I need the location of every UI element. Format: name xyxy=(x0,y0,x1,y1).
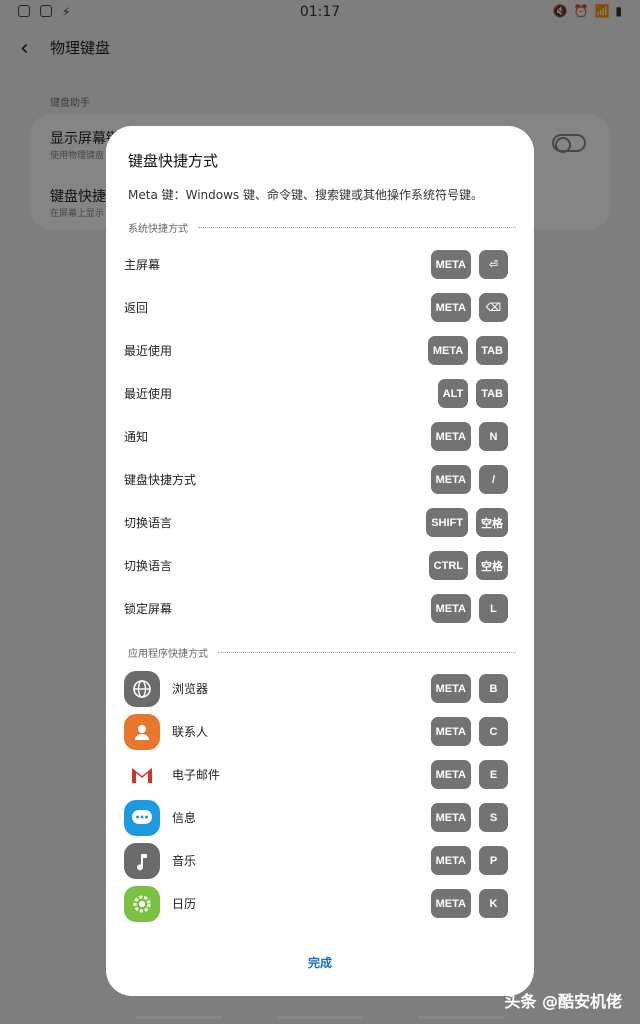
key-cap: ALT xyxy=(437,379,469,408)
nav-home[interactable] xyxy=(277,1016,363,1019)
shortcut-row: 最近使用 META TAB xyxy=(106,329,534,372)
system-group-label-text: 系统快捷方式 xyxy=(128,224,188,235)
shortcut-label: 最近使用 xyxy=(124,387,173,401)
key-cap: ⌫ xyxy=(479,293,508,322)
key-cap: 空格 xyxy=(476,551,508,580)
key-cap: N xyxy=(479,422,508,451)
shortcut-label: 键盘快捷方式 xyxy=(124,473,197,487)
nav-bar xyxy=(0,1016,640,1020)
app-group-label: 应用程序快捷方式 xyxy=(128,645,516,660)
shortcut-row: 键盘快捷方式 META / xyxy=(106,458,534,501)
key-combo: META S xyxy=(430,803,508,832)
shortcut-row: 锁定屏幕 META L xyxy=(106,587,534,630)
key-cap: META xyxy=(430,846,471,875)
key-cap: S xyxy=(479,803,508,832)
shortcut-label: 最近使用 xyxy=(124,344,173,358)
divider xyxy=(198,227,516,228)
globe-icon xyxy=(124,670,160,707)
app-shortcut-label: 音乐 xyxy=(172,854,197,868)
shortcut-label: 通知 xyxy=(124,430,149,444)
app-shortcut-label: 浏览器 xyxy=(172,682,209,696)
shortcut-label: 切换语言 xyxy=(124,559,173,573)
app-shortcut-row: 联系人 META C xyxy=(106,710,534,753)
app-shortcut-row: 音乐 META P xyxy=(106,839,534,882)
shortcut-label: 锁定屏幕 xyxy=(124,602,173,616)
message-icon xyxy=(124,799,160,836)
key-combo: META TAB xyxy=(427,336,508,365)
dialog-title: 键盘快捷方式 xyxy=(128,152,219,170)
shortcut-label: 主屏幕 xyxy=(124,258,161,272)
key-combo: META E xyxy=(430,760,508,789)
key-cap: P xyxy=(479,846,508,875)
key-combo: ALT TAB xyxy=(437,379,508,408)
key-cap: META xyxy=(430,465,471,494)
key-combo: CTRL 空格 xyxy=(428,551,508,580)
key-cap: META xyxy=(430,594,471,623)
key-combo: SHIFT 空格 xyxy=(426,508,508,537)
key-combo: META B xyxy=(430,674,508,703)
shortcut-row: 最近使用 ALT TAB xyxy=(106,372,534,415)
key-combo: META P xyxy=(430,846,508,875)
app-shortcut-label: 信息 xyxy=(172,811,197,825)
app-shortcut-row: 日历 META K xyxy=(106,882,534,925)
shortcut-row: 切换语言 SHIFT 空格 xyxy=(106,501,534,544)
key-cap: CTRL xyxy=(428,551,468,580)
key-cap: META xyxy=(430,717,471,746)
key-combo: META / xyxy=(430,465,508,494)
nav-recent[interactable] xyxy=(136,1016,222,1019)
key-combo: META C xyxy=(430,717,508,746)
app-shortcut-row: 电子邮件 META E xyxy=(106,753,534,796)
key-cap: L xyxy=(479,594,508,623)
done-button[interactable]: 完成 xyxy=(106,954,534,971)
key-cap: META xyxy=(430,293,471,322)
system-group-label: 系统快捷方式 xyxy=(128,220,516,235)
nav-back[interactable] xyxy=(418,1016,504,1019)
app-shortcut-row: 浏览器 META B xyxy=(106,667,534,710)
gear-icon xyxy=(124,885,160,922)
key-cap: META xyxy=(430,803,471,832)
key-cap: SHIFT xyxy=(426,508,468,537)
key-cap: META xyxy=(430,250,471,279)
key-cap: META xyxy=(430,760,471,789)
key-cap: / xyxy=(479,465,508,494)
contact-icon xyxy=(124,713,160,750)
key-cap: ⏎ xyxy=(479,250,508,279)
key-cap: TAB xyxy=(476,379,508,408)
shortcut-row: 通知 META N xyxy=(106,415,534,458)
gmail-icon xyxy=(124,757,160,793)
key-combo: META L xyxy=(430,594,508,623)
key-cap: K xyxy=(479,889,508,918)
key-cap: META xyxy=(430,422,471,451)
music-icon xyxy=(124,842,160,879)
app-shortcut-label: 联系人 xyxy=(172,725,209,739)
app-shortcut-label: 日历 xyxy=(172,897,197,911)
keyboard-shortcuts-dialog: 键盘快捷方式 Meta 键：Windows 键、命令键、搜索键或其他操作系统符号… xyxy=(106,126,534,996)
key-combo: META N xyxy=(430,422,508,451)
shortcut-label: 返回 xyxy=(124,301,149,315)
divider xyxy=(218,652,516,653)
shortcut-row: 主屏幕 META ⏎ xyxy=(106,243,534,286)
key-cap: META xyxy=(430,674,471,703)
key-cap: E xyxy=(479,760,508,789)
app-shortcut-label: 电子邮件 xyxy=(172,768,221,782)
watermark: 头条 @酷安机佬 xyxy=(504,992,622,1011)
key-cap: B xyxy=(479,674,508,703)
key-cap: C xyxy=(479,717,508,746)
shortcut-label: 切换语言 xyxy=(124,516,173,530)
app-shortcut-row: 信息 META S xyxy=(106,796,534,839)
dialog-description: Meta 键：Windows 键、命令键、搜索键或其他操作系统符号键。 xyxy=(128,188,483,202)
key-cap: META xyxy=(427,336,469,365)
key-combo: META ⌫ xyxy=(430,293,508,322)
app-group-label-text: 应用程序快捷方式 xyxy=(128,649,208,660)
key-combo: META K xyxy=(430,889,508,918)
key-combo: META ⏎ xyxy=(430,250,508,279)
key-cap: META xyxy=(430,889,471,918)
shortcut-row: 切换语言 CTRL 空格 xyxy=(106,544,534,587)
key-cap: 空格 xyxy=(476,508,508,537)
shortcut-row: 返回 META ⌫ xyxy=(106,286,534,329)
key-cap: TAB xyxy=(476,336,508,365)
